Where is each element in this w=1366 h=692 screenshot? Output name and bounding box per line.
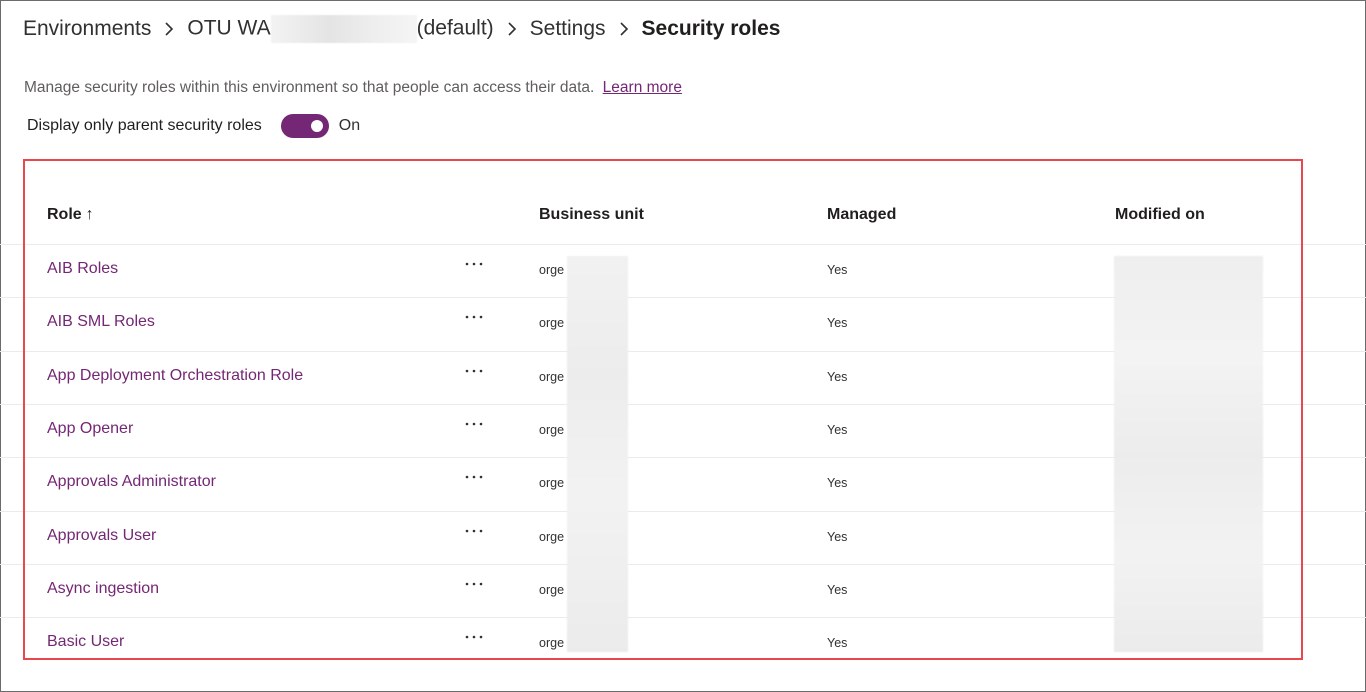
redacted-region [270, 15, 417, 43]
managed-cell: Yes [827, 263, 848, 277]
business-unit-cell: orge [539, 636, 565, 650]
business-unit-cell: orge [539, 263, 565, 277]
column-header-business-unit[interactable]: Business unit [539, 206, 644, 224]
more-options-icon[interactable] [462, 467, 486, 487]
business-unit-cell: orge [539, 423, 565, 437]
more-options-icon[interactable] [462, 521, 486, 541]
toggle-knob [310, 120, 323, 132]
breadcrumb-environment[interactable]: OTU WA (default) [187, 15, 494, 43]
role-link[interactable]: AIB SML Roles [47, 313, 155, 331]
business-unit-cell: orge [539, 370, 565, 384]
column-header-managed[interactable]: Managed [827, 206, 896, 224]
redacted-region [567, 256, 628, 652]
role-link[interactable]: App Opener [47, 420, 133, 438]
managed-cell: Yes [827, 316, 848, 330]
column-header-modified-on[interactable]: Modified on [1115, 206, 1205, 224]
business-unit-cell: orge [539, 316, 565, 330]
role-link[interactable]: Async ingestion [47, 580, 159, 598]
environment-name-prefix: OTU WA [187, 16, 271, 40]
learn-more-link[interactable]: Learn more [603, 79, 682, 96]
chevron-right-icon [506, 22, 518, 36]
business-unit-cell: orge [539, 530, 565, 544]
managed-cell: Yes [827, 636, 848, 650]
parent-roles-toggle[interactable] [280, 114, 329, 138]
more-options-icon[interactable] [462, 307, 486, 327]
business-unit-cell: orge [539, 476, 565, 490]
breadcrumb-environments[interactable]: Environments [23, 17, 151, 41]
table-header: Role ↑ Business unit Managed Modified on [0, 198, 1366, 236]
managed-cell: Yes [827, 583, 848, 597]
chevron-right-icon [618, 22, 630, 36]
toggle-state: On [338, 117, 361, 134]
column-header-role[interactable]: Role ↑ [47, 206, 94, 224]
chevron-right-icon [163, 22, 175, 36]
more-options-icon[interactable] [462, 627, 486, 647]
managed-cell: Yes [827, 370, 848, 384]
role-link[interactable]: Basic User [47, 633, 124, 651]
column-header-role-label: Role [47, 206, 82, 223]
role-link[interactable]: Approvals Administrator [47, 473, 216, 491]
managed-cell: Yes [827, 423, 848, 437]
redacted-region [1114, 256, 1263, 652]
business-unit-cell: orge [539, 583, 565, 597]
page-title: Security roles [641, 17, 781, 40]
more-options-icon[interactable] [462, 414, 486, 434]
breadcrumb: Environments OTU WA (default) Settings Se… [23, 14, 780, 44]
role-link[interactable]: App Deployment Orchestration Role [47, 367, 303, 385]
more-options-icon[interactable] [462, 254, 486, 274]
more-options-icon[interactable] [462, 361, 486, 381]
managed-cell: Yes [827, 530, 848, 544]
more-options-icon[interactable] [462, 574, 486, 594]
role-link[interactable]: AIB Roles [47, 260, 118, 278]
environment-name-suffix: (default) [416, 16, 494, 40]
role-link[interactable]: Approvals User [47, 527, 156, 545]
page-description: Manage security roles within this enviro… [24, 79, 682, 97]
sort-ascending-icon: ↑ [85, 206, 94, 223]
toggle-label: Display only parent security roles [27, 117, 262, 134]
parent-roles-toggle-row: Display only parent security roles On [27, 114, 360, 138]
description-text: Manage security roles within this enviro… [24, 79, 595, 96]
managed-cell: Yes [827, 476, 848, 490]
breadcrumb-settings[interactable]: Settings [530, 17, 606, 41]
